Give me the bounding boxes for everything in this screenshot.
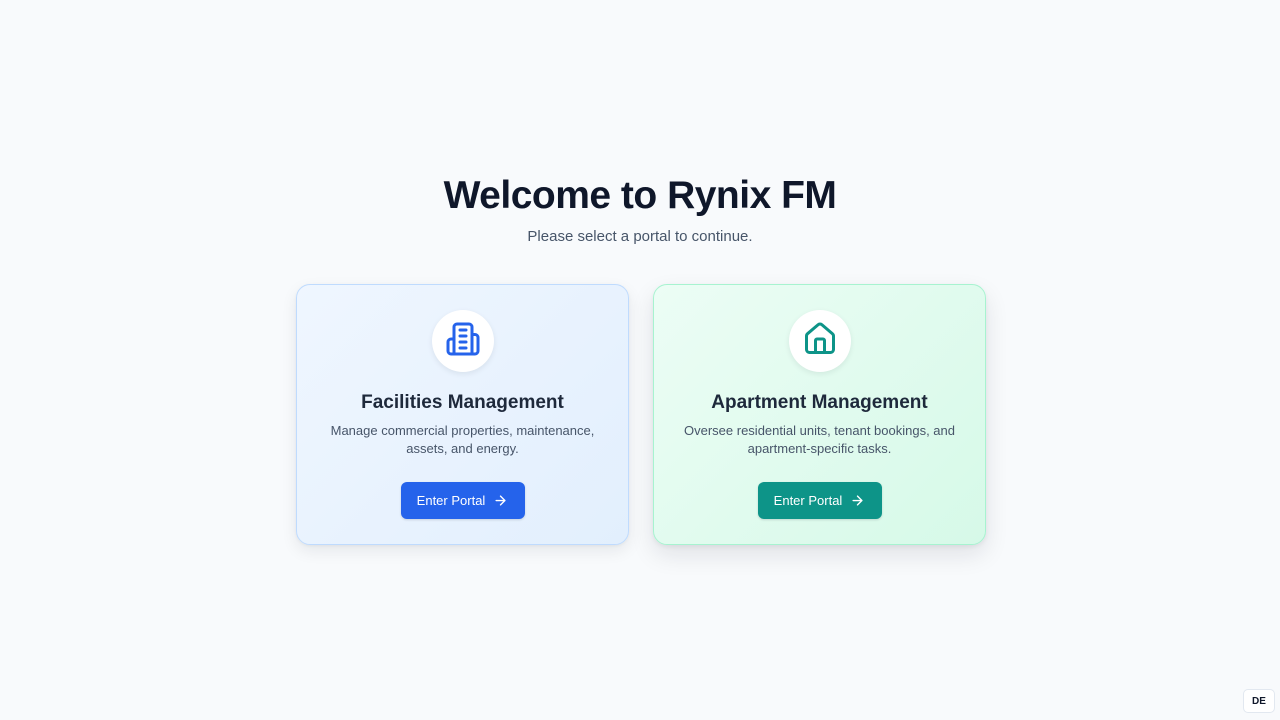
arrow-right-icon	[850, 493, 865, 508]
building-icon	[445, 321, 481, 362]
arrow-right-icon	[493, 493, 508, 508]
button-label: Enter Portal	[416, 493, 486, 508]
facilities-card-title: Facilities Management	[361, 392, 564, 413]
language-toggle-button[interactable]: DE	[1243, 689, 1275, 713]
apartment-icon-badge	[788, 310, 851, 372]
page-title: Welcome to Rynix FM	[443, 174, 837, 217]
apartment-card-description: Oversee residential units, tenant bookin…	[684, 423, 956, 456]
facilities-portal-card[interactable]: Facilities Management Manage commercial …	[296, 284, 629, 545]
facilities-enter-portal-button[interactable]: Enter Portal	[400, 482, 525, 519]
portal-selection-page: Welcome to Rynix FM Please select a port…	[0, 0, 1280, 720]
portal-cards: Facilities Management Manage commercial …	[296, 284, 986, 545]
facilities-card-description: Manage commercial properties, maintenanc…	[330, 423, 595, 456]
apartment-card-title: Apartment Management	[711, 392, 928, 413]
apartment-portal-card[interactable]: Apartment Management Oversee residential…	[653, 284, 986, 545]
facilities-icon-badge	[431, 310, 494, 372]
apartment-enter-portal-button[interactable]: Enter Portal	[757, 482, 882, 519]
page-subtitle: Please select a portal to continue.	[527, 228, 753, 245]
button-label: Enter Portal	[773, 493, 843, 508]
home-icon	[802, 321, 838, 362]
